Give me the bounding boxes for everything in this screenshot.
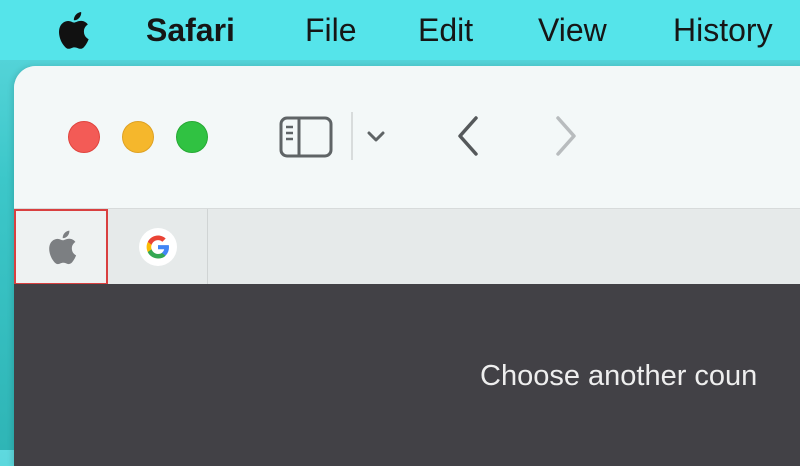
tab-google[interactable] [108,209,208,285]
apple-logo-icon [49,230,77,265]
menu-edit[interactable]: Edit [418,10,473,50]
close-window-button[interactable] [68,121,100,153]
menu-app-name[interactable]: Safari [146,10,235,50]
minimize-window-button[interactable] [122,121,154,153]
chevron-down-icon[interactable] [364,124,388,148]
toolbar-divider [351,112,353,160]
menu-view[interactable]: View [538,10,607,50]
safari-window: Choose another coun [14,66,800,466]
menu-history[interactable]: History [673,10,773,50]
tab-bar [14,208,800,285]
country-prompt-text: Choose another coun [480,360,758,392]
apple-menu-icon[interactable] [52,8,92,52]
page-content: Choose another coun [14,284,800,466]
forward-button[interactable] [550,114,582,158]
menu-file[interactable]: File [305,10,357,50]
google-logo-icon [138,228,177,266]
menu-bar: Safari File Edit View History [0,0,800,60]
tab-apple[interactable] [14,209,108,285]
zoom-window-button[interactable] [176,121,208,153]
toolbar [14,66,800,208]
back-button[interactable] [452,114,484,158]
sidebar-icon[interactable] [279,116,333,158]
